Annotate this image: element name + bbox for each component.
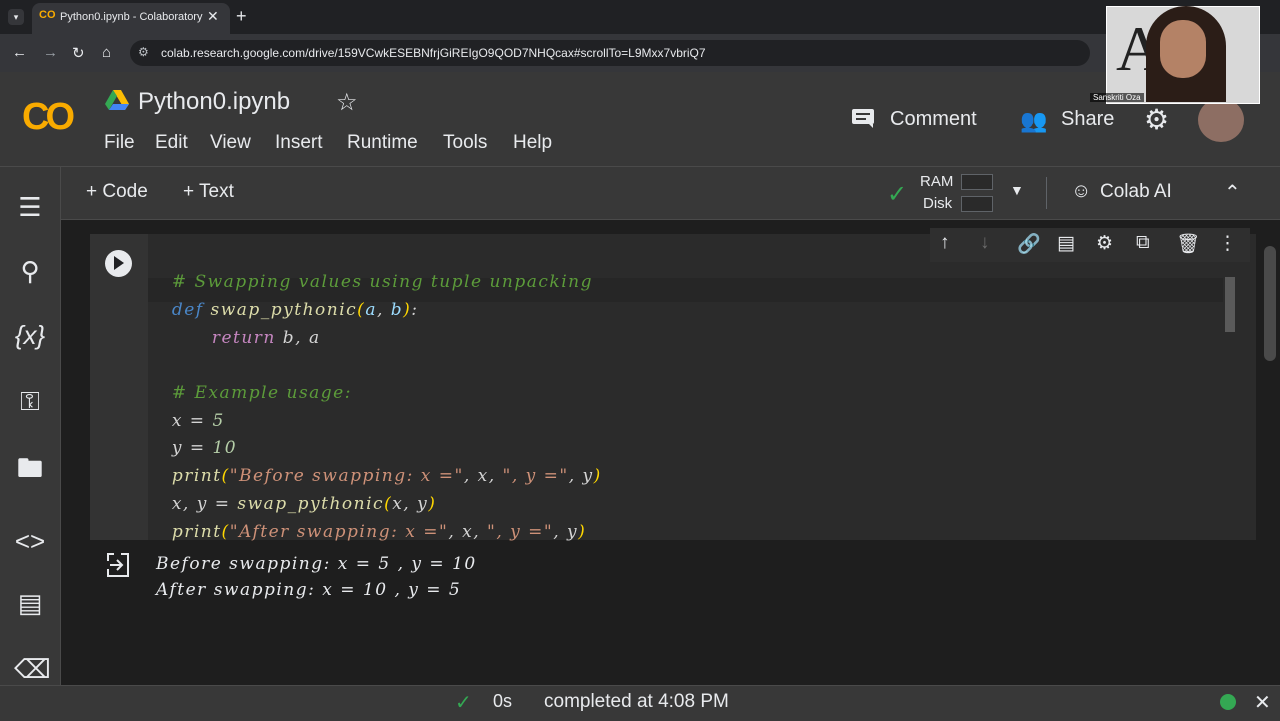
code-bracket: ) (578, 522, 587, 542)
code-line-10[interactable]: print("After swapping: x =", x, ", y =",… (158, 502, 586, 542)
share-button[interactable]: Share (1061, 108, 1114, 131)
table-of-contents-icon[interactable]: ☰ (14, 192, 46, 223)
code-snippets-icon[interactable]: <> (14, 526, 46, 557)
code-expression: b, a (282, 328, 321, 348)
code-punct: , (376, 300, 391, 320)
comment-cell-icon[interactable]: ▤ (1057, 232, 1075, 255)
new-tab-icon[interactable]: + (236, 6, 247, 27)
play-icon[interactable] (114, 256, 124, 270)
code-function-name: print (171, 522, 222, 542)
code-expression: , x, (463, 466, 503, 486)
chevron-up-icon[interactable]: ⌃ (1224, 180, 1241, 205)
move-down-icon[interactable]: ↓ (980, 232, 990, 254)
colab-ai-icon[interactable]: ☺ (1071, 180, 1091, 203)
menu-insert[interactable]: Insert (275, 132, 323, 154)
code-bracket: ( (221, 522, 230, 542)
status-check-icon: ✓ (455, 692, 472, 714)
add-code-button[interactable]: + Code (86, 181, 148, 203)
terminal-icon[interactable]: ⌫ (14, 654, 51, 685)
code-expression: , y (568, 466, 594, 486)
code-line-3[interactable]: return b, a (198, 308, 321, 348)
code-punct: : (411, 300, 419, 320)
reload-icon[interactable]: ↻ (72, 44, 85, 62)
comment-button[interactable]: Comment (890, 108, 977, 131)
site-info-icon[interactable]: ⚙ (138, 45, 149, 59)
key-icon[interactable]: ⚿ (14, 386, 46, 418)
colab-favicon-icon: CO (39, 9, 56, 21)
code-expression: , y (553, 522, 579, 542)
ram-meter[interactable] (961, 174, 993, 190)
runtime-status-dot (1220, 694, 1236, 710)
tab-title[interactable]: Python0.ipynb - Colaboratory (60, 11, 202, 23)
command-palette-icon[interactable]: ▤ (14, 588, 46, 619)
output-action-icon[interactable] (104, 551, 132, 579)
webcam-face (1160, 20, 1206, 78)
disk-label[interactable]: Disk (923, 195, 952, 212)
variables-icon[interactable]: {x} (14, 320, 46, 351)
forward-icon[interactable]: → (43, 44, 58, 61)
menu-file[interactable]: File (104, 132, 135, 154)
ram-label[interactable]: RAM (920, 173, 953, 190)
code-param: b (390, 300, 404, 320)
disk-meter[interactable] (961, 196, 993, 212)
code-string: "After swapping: x =" (229, 522, 449, 542)
drive-icon[interactable] (105, 90, 129, 110)
menu-view[interactable]: View (210, 132, 251, 154)
code-keyword: return (211, 328, 276, 348)
tab-menu-icon[interactable]: ▾ (8, 9, 24, 25)
more-vert-icon[interactable]: ⋮ (1218, 232, 1237, 255)
people-icon[interactable]: 👥 (1020, 108, 1047, 134)
output-line: After swapping: x = 10 , y = 5 (156, 580, 462, 600)
close-icon[interactable]: ✕ (1254, 690, 1271, 715)
star-icon[interactable]: ☆ (336, 88, 358, 117)
colab-logo[interactable]: CO (22, 96, 75, 139)
notebook-title[interactable]: Python0.ipynb (138, 88, 290, 116)
code-expression: , x, (448, 522, 488, 542)
page-scrollbar[interactable] (1264, 246, 1276, 361)
move-up-icon[interactable]: ↑ (940, 232, 950, 254)
menu-runtime[interactable]: Runtime (347, 132, 418, 154)
cell-gutter (90, 234, 148, 540)
avatar[interactable] (1198, 98, 1244, 142)
cell-scrollbar[interactable] (1225, 277, 1235, 332)
comment-icon[interactable] (851, 108, 875, 128)
menu-help[interactable]: Help (513, 132, 552, 154)
chevron-down-icon[interactable]: ▼ (1010, 182, 1024, 198)
add-text-button[interactable]: + Text (183, 181, 234, 203)
cell-settings-icon[interactable]: ⚙ (1096, 232, 1113, 255)
gear-icon[interactable]: ⚙ (1144, 103, 1169, 136)
connected-check-icon: ✓ (887, 181, 908, 208)
execution-duration: 0s (493, 691, 513, 711)
toolbar-divider (1046, 177, 1047, 209)
mirror-cell-icon[interactable]: ⧉ (1136, 232, 1150, 254)
folder-icon[interactable]: 🖿 (14, 450, 46, 494)
delete-icon[interactable]: 🗑 (1176, 232, 1200, 256)
notebook-toolbar (61, 167, 1280, 220)
link-icon[interactable]: 🔗 (1017, 232, 1041, 256)
output-line: Before swapping: x = 5 , y = 10 (156, 554, 477, 574)
colab-ai-button[interactable]: Colab AI (1100, 181, 1172, 203)
menu-tools[interactable]: Tools (443, 132, 487, 154)
home-icon[interactable]: ⌂ (102, 44, 111, 61)
close-icon[interactable]: ✕ (207, 8, 219, 25)
search-icon[interactable]: ⚲ (14, 256, 46, 287)
back-icon[interactable]: ← (12, 44, 27, 61)
status-message[interactable]: completed at 4:08 PM (544, 691, 729, 713)
cell-toolbar (930, 228, 1250, 262)
webcam-name-label: Sanskriti Oza (1090, 93, 1144, 102)
code-string: ", y =" (487, 522, 554, 542)
code-param: a (365, 300, 377, 320)
menu-edit[interactable]: Edit (155, 132, 188, 154)
code-bracket: ) (593, 466, 602, 486)
url-text[interactable]: colab.research.google.com/drive/159VCwkE… (161, 46, 706, 60)
code-string: ", y =" (502, 466, 569, 486)
